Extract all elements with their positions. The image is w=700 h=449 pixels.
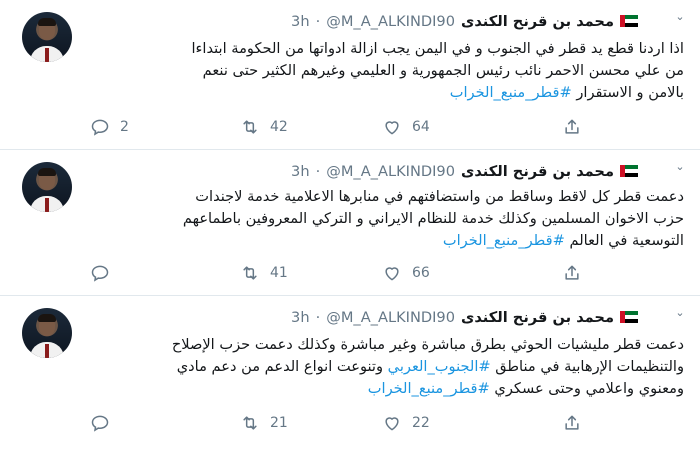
tweet-header: 3h · @M_A_ALKINDI90 محمد بن قرنح الكندى (291, 10, 638, 32)
retweet-button[interactable]: 42 (240, 116, 288, 138)
caret-down-icon[interactable]: ⌄ (674, 307, 686, 318)
tweet-line-3: بالامن و الاستقرار #قطر_منبع_الخراب (84, 82, 684, 104)
tweet-time[interactable]: 3h (291, 13, 310, 30)
user-name[interactable]: محمد بن قرنح الكندى (461, 163, 614, 180)
share-button[interactable] (562, 116, 582, 138)
tweet-actions: 21 22 (90, 412, 590, 434)
share-icon (565, 119, 579, 134)
retweet-icon (243, 416, 257, 430)
tweet-line-3: التوسعية في العالم #قطر_منبع_الخراب (84, 230, 684, 252)
reply-count: 2 (120, 119, 129, 135)
reply-button[interactable] (90, 262, 120, 284)
like-icon (385, 267, 399, 281)
hashtag-link[interactable]: #قطر_منبع_الخراب (443, 232, 565, 249)
tweet[interactable]: ⌄ 3h · @M_A_ALKINDI90 محمد بن قرنح الكند… (0, 296, 700, 449)
user-name[interactable]: محمد بن قرنح الكندى (461, 13, 614, 30)
caret-down-icon[interactable]: ⌄ (674, 11, 686, 22)
hashtag-link[interactable]: #الجنوب_العربي (388, 358, 491, 375)
tweet-line-2: والتنظيمات الإرهابية في مناطق #الجنوب_ال… (84, 356, 684, 378)
share-button[interactable] (562, 412, 582, 434)
retweet-count: 41 (270, 265, 288, 281)
retweet-button[interactable]: 21 (240, 412, 288, 434)
like-button[interactable]: 64 (382, 116, 430, 138)
reply-button[interactable]: 2 (90, 116, 129, 138)
retweet-button[interactable]: 41 (240, 262, 288, 284)
retweet-count: 21 (270, 415, 288, 431)
separator: · (315, 308, 321, 326)
tweet-text: دعمت قطر مليشيات الحوثي بطرق مباشرة وغير… (84, 334, 684, 400)
tweet[interactable]: ⌄ 3h · @M_A_ALKINDI90 محمد بن قرنح الكند… (0, 150, 700, 296)
user-handle[interactable]: @M_A_ALKINDI90 (326, 13, 455, 30)
uae-flag-icon (620, 15, 638, 27)
tweet-time[interactable]: 3h (291, 163, 310, 180)
like-count: 64 (412, 119, 430, 135)
reply-icon (91, 265, 109, 282)
tweet-line: اذا اردنا قطع يد قطر في الجنوب و في اليم… (191, 40, 685, 57)
uae-flag-icon (620, 165, 638, 177)
user-handle[interactable]: @M_A_ALKINDI90 (326, 163, 455, 180)
user-handle[interactable]: @M_A_ALKINDI90 (326, 309, 455, 326)
share-icon (565, 415, 579, 430)
avatar[interactable] (22, 308, 72, 358)
separator: · (315, 162, 321, 180)
reply-icon (91, 415, 109, 432)
tweet[interactable]: ⌄ 3h · @M_A_ALKINDI90 محمد بن قرنح الكند… (0, 0, 700, 150)
tweet-text: اذا اردنا قطع يد قطر في الجنوب و في اليم… (84, 38, 685, 104)
tweet-line: والتنظيمات الإرهابية في مناطق (495, 358, 684, 375)
tweet-time[interactable]: 3h (291, 309, 310, 326)
tweet-line: من علي محسن الاحمر نائب رئيس الجمهورية و… (202, 62, 684, 79)
hashtag-link[interactable]: #قطر_منبع_الخراب (368, 380, 490, 397)
tweet-line: دعمت قطر مليشيات الحوثي بطرق مباشرة وغير… (171, 336, 684, 353)
tweet-actions: 41 66 (90, 262, 590, 284)
tweet-line: التوسعية في العالم (569, 232, 684, 249)
tweet-text: دعمت قطر كل لاقط وساقط من واستضافتهم في … (84, 186, 684, 252)
tweet-line: ومعنوي واعلامي وحتى عسكري (494, 380, 684, 397)
reply-icon (91, 119, 109, 136)
separator: · (315, 12, 321, 30)
tweet-line: حزب الاخوان المسلمين وكذلك خدمة للنظام ا… (182, 210, 684, 227)
tweet-header: 3h · @M_A_ALKINDI90 محمد بن قرنح الكندى (291, 306, 638, 328)
tweet-actions: 2 42 64 (90, 116, 590, 138)
reply-button[interactable] (90, 412, 120, 434)
tweet-line: بالامن و الاستقرار (576, 84, 684, 101)
tweet-line-3: ومعنوي واعلامي وحتى عسكري #قطر_منبع_الخر… (84, 378, 684, 400)
avatar[interactable] (22, 162, 72, 212)
caret-down-icon[interactable]: ⌄ (674, 161, 686, 172)
retweet-count: 42 (270, 119, 288, 135)
share-icon (565, 265, 579, 280)
like-button[interactable]: 66 (382, 262, 430, 284)
tweet-header: 3h · @M_A_ALKINDI90 محمد بن قرنح الكندى (291, 160, 638, 182)
hashtag-link[interactable]: #قطر_منبع_الخراب (450, 84, 572, 101)
avatar[interactable] (22, 12, 72, 62)
tweet-line: دعمت قطر كل لاقط وساقط من واستضافتهم في … (195, 188, 684, 205)
retweet-icon (243, 120, 257, 134)
like-count: 66 (412, 265, 430, 281)
share-button[interactable] (562, 262, 582, 284)
like-icon (385, 121, 399, 135)
like-icon (385, 417, 399, 431)
tweet-line: وتنوعت انواع الدعم من دعم مادي (176, 358, 384, 375)
uae-flag-icon (620, 311, 638, 323)
like-button[interactable]: 22 (382, 412, 430, 434)
tweet-feed: ⌄ 3h · @M_A_ALKINDI90 محمد بن قرنح الكند… (0, 0, 700, 449)
user-name[interactable]: محمد بن قرنح الكندى (461, 309, 614, 326)
retweet-icon (243, 266, 257, 280)
like-count: 22 (412, 415, 430, 431)
